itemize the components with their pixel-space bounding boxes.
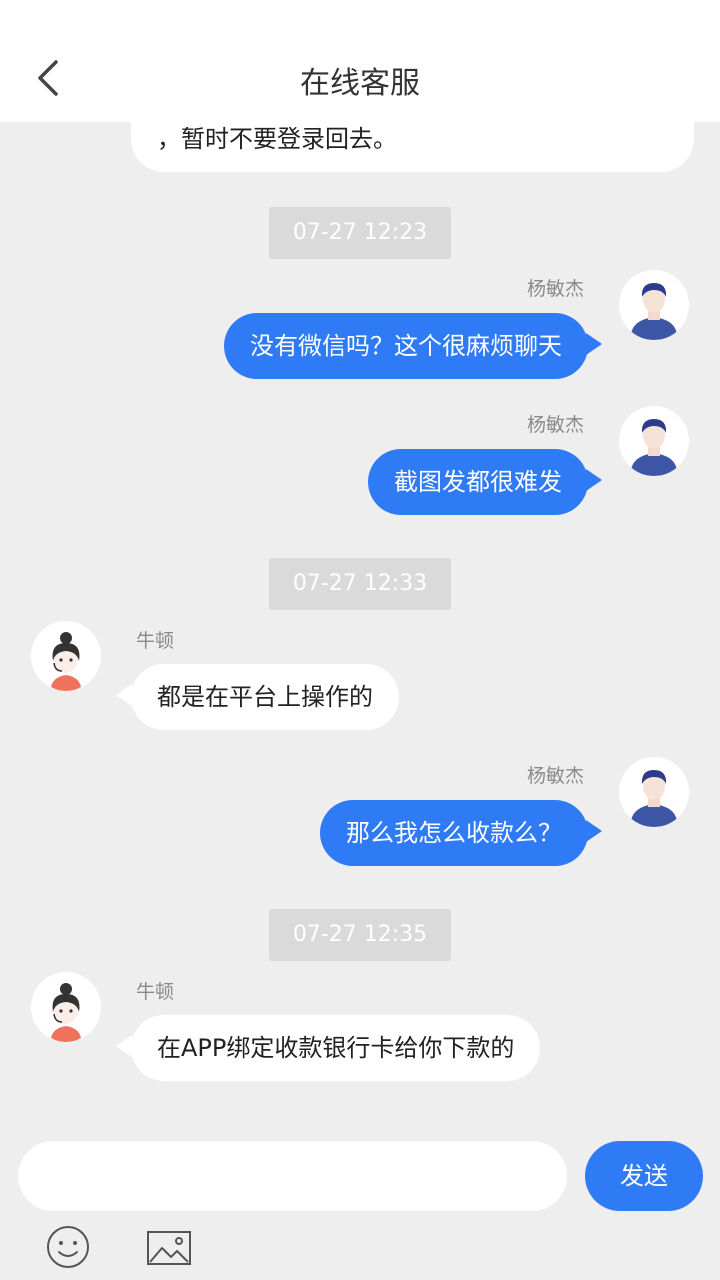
message-text: 那么我怎么收款么？ [346,819,562,847]
composer-bar: 发送 [0,1132,720,1280]
bubble-tail [116,1035,132,1057]
timestamp: 07-27 12:23 [269,207,451,259]
message-bubble: 截图发都很难发 [368,449,588,515]
image-button[interactable] [146,1230,192,1266]
bubble-tail [586,820,602,842]
female-agent-avatar-icon [31,621,101,691]
message-bubble: 在APP绑定收款银行卡给你下款的 [131,1015,541,1081]
message-bubble: 没有微信吗？这个很麻烦聊天 [224,313,588,379]
message-text: 都是在平台上操作的 [157,683,373,711]
timestamp: 07-27 12:33 [269,558,451,610]
message-input[interactable] [18,1141,567,1211]
agent-avatar[interactable] [31,621,101,691]
send-button[interactable]: 发送 [585,1141,703,1211]
chat-area[interactable]: ，暂时不要登录回去。 07-27 12:23 杨敏杰 没有微信吗？这个很麻烦聊天… [0,122,720,1132]
message-bubble-partial: ，暂时不要登录回去。 [131,122,694,172]
message-bubble: 那么我怎么收款么？ [320,800,588,866]
sender-name: 杨敏杰 [526,765,584,787]
sender-name: 杨敏杰 [526,414,584,436]
message-text: ，暂时不要登录回去。 [157,125,397,153]
user-avatar[interactable] [619,757,689,827]
bubble-tail [586,333,602,355]
message-bubble: 都是在平台上操作的 [131,664,399,730]
bubble-tail [586,469,602,491]
message-text: 在APP绑定收款银行卡给你下款的 [157,1034,515,1062]
male-avatar-icon [619,406,689,476]
female-agent-avatar-icon [31,972,101,1042]
timestamp: 07-27 12:35 [269,909,451,961]
sender-name: 杨敏杰 [526,278,584,300]
page-title: 在线客服 [300,66,420,101]
smiley-icon [47,1226,89,1268]
male-avatar-icon [619,270,689,340]
message-text: 没有微信吗？这个很麻烦聊天 [250,332,562,360]
image-icon [147,1231,191,1265]
user-avatar[interactable] [619,270,689,340]
agent-avatar[interactable] [31,972,101,1042]
male-avatar-icon [619,757,689,827]
sender-name: 牛顿 [136,981,175,1003]
bubble-tail [116,684,132,706]
emoji-button[interactable] [46,1225,90,1269]
app-header: 在线客服 [0,0,720,122]
user-avatar[interactable] [619,406,689,476]
message-text: 截图发都很难发 [394,468,562,496]
sender-name: 牛顿 [136,630,175,652]
